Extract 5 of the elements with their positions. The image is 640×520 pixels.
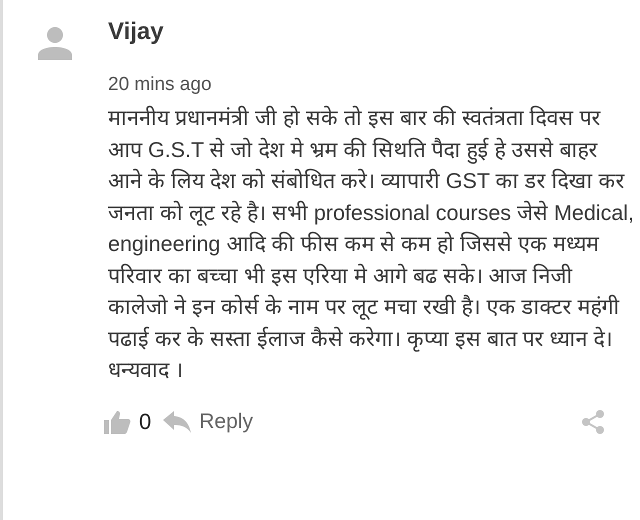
- author-name: Vijay: [108, 17, 165, 47]
- comment-time: 20 mins ago: [108, 73, 213, 97]
- comment-text: माननीय प्रधानमंत्री जी हो सके तो इस बार की स्वतंत्रता दिवस पर आप G.S.T से जो देश मे भ्रम की सिथति पैदा हुई हे उससे बाहर आने के लिय देश को संबोधित करे। व्यापारी GST का डर दिखा कर जनता को लूट रहे है। सभी professional courses जेसे Medical, engineering आदि की फीस कम से कम हो जिससे एक मध्यम परिवार का बच्चा भी इस एरिया मे आगे बढ सके। आज निजी कालेजो ने इन कोर्स के नाम पर लूट मचा रखी है। एक डाक्टर महंगी पढाई कर के सस्ता ईलाज कैसे करेगा। कृप्या इस बात पर ध्यान दे। धन्यवाद ।: [108, 104, 636, 384]
- like-count: 0: [139, 408, 152, 434]
- reply-button[interactable]: Reply: [199, 410, 253, 434]
